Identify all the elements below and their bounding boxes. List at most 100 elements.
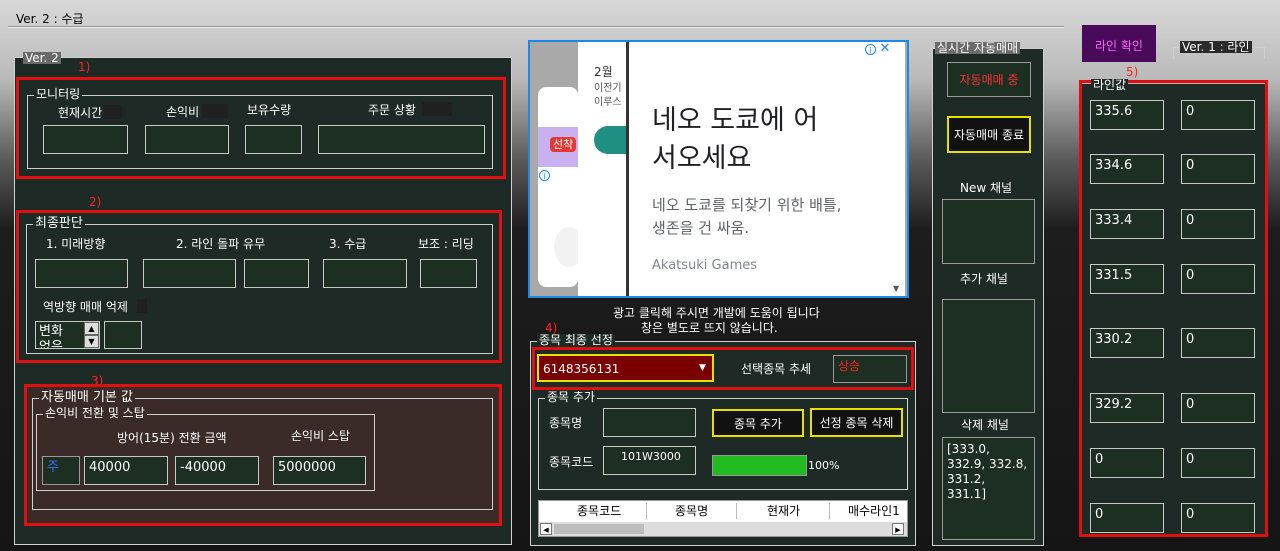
order-status-field (318, 125, 485, 154)
line-value-7[interactable]: 0 (1090, 503, 1164, 533)
ver1-label: Ver. 1 : 라인 (1180, 40, 1252, 54)
ad-preview-date: 2월 (594, 65, 613, 79)
new-channel-label: New 채널 (960, 181, 1013, 195)
stop-auto-trading-button[interactable]: 자동매매 종료 (947, 116, 1031, 153)
reverse-suppress-label: 역방향 매매 억제 (43, 300, 128, 314)
table-hscrollbar[interactable]: ◀ ▶ (539, 522, 907, 536)
ver1-group: Ver. 1 : 라인 (1173, 41, 1265, 59)
stock-code-label: 종목코드 (549, 455, 594, 469)
realtime-label: 실시간 자동매매 (935, 41, 1021, 55)
title-divider (8, 26, 1064, 28)
line-value-6[interactable]: 0 (1090, 448, 1164, 478)
table-header-row: 종목코드 종목명 현재가 매수라인1 (539, 501, 907, 521)
ad-scroll-down-icon[interactable]: ▼ (893, 284, 899, 293)
new-channel-field (942, 199, 1035, 264)
line-value-4[interactable]: 330.2 (1090, 328, 1164, 358)
final-judgment-label: 최종판단 (33, 216, 85, 231)
line-count-5[interactable]: 0 (1181, 393, 1255, 423)
monitoring-label: 모니터링 (34, 87, 83, 101)
defense-amount-field[interactable]: 40000 (84, 456, 168, 485)
line-value-2[interactable]: 333.4 (1090, 209, 1164, 239)
ad-left-preview: 선착 (538, 87, 584, 287)
ad-card-main: i ✕ 네오 도쿄에 어서오세요 네오 도쿄를 되찾기 위한 배틀, 생존을 건… (629, 42, 905, 296)
holding-field (245, 125, 302, 154)
line-value-1[interactable]: 334.6 (1090, 154, 1164, 184)
stop-label: 손익비 스탑 (291, 429, 351, 443)
change-spinner[interactable]: 변화 없음 ▲ ▼ (35, 321, 100, 349)
stock-dropdown[interactable]: 6148356131 ▼ (537, 354, 714, 382)
progress-bar (712, 455, 807, 476)
col-divider (736, 503, 737, 519)
stock-name-label: 종목명 (549, 416, 583, 430)
ad-preview-line1: 이전기 (594, 83, 622, 94)
line-values-label: 라인값 (1091, 78, 1129, 92)
add-channel-field (942, 299, 1035, 413)
stock-table[interactable]: 종목코드 종목명 현재가 매수라인1 ◀ ▶ (538, 500, 908, 537)
add-channel-label: 추가 채널 (960, 272, 1008, 286)
ad-body: 네오 도쿄를 되찾기 위한 배틀, 생존을 건 싸움. (652, 196, 842, 237)
pnl-header-bg (202, 104, 228, 118)
defense-label: 방어(15분) 전환 금액 (117, 431, 227, 445)
section-1-marker: 1) (78, 60, 91, 74)
line-count-0[interactable]: 0 (1181, 100, 1255, 130)
stock-code-field[interactable]: 101W3000 (603, 446, 696, 475)
ad-preview-tag: 선착 (550, 137, 577, 152)
line-breach-field-1 (143, 259, 236, 288)
stock-add-label: 종목 추가 (545, 390, 597, 404)
ad-frame[interactable]: 선착 i 2월 이전기 이루스 i ✕ 네오 도쿄에 어서오세요 네오 도쿄를 … (528, 40, 909, 298)
scroll-left-icon[interactable]: ◀ (540, 523, 552, 535)
ad-publisher: Akatsuki Games (652, 258, 758, 273)
stock-select-label: 종목 최종 선정 (537, 333, 615, 347)
ad-scrollbar[interactable]: ▼ (891, 56, 903, 296)
aux-header: 보조 : 리딩 (418, 237, 474, 251)
pnl-switch-label: 손익비 전환 및 스탑 (43, 406, 147, 420)
current-time-header: 현재시간 (58, 106, 103, 120)
col-divider (646, 503, 647, 519)
line-count-3[interactable]: 0 (1181, 264, 1255, 294)
auto-defaults-label: 자동매매 기본 값 (39, 390, 135, 405)
defense-negative-field[interactable]: -40000 (175, 456, 259, 485)
line-count-6[interactable]: 0 (1181, 448, 1255, 478)
stock-name-field[interactable] (603, 408, 696, 437)
pnl-header: 손익비 (166, 105, 200, 119)
progress-text: 100% (808, 459, 840, 472)
section-2-marker: 2) (89, 195, 102, 209)
order-status-header: 주문 상황 (368, 103, 416, 117)
line-confirm-button[interactable]: 라인 확인 (1082, 25, 1156, 62)
mode-toggle[interactable]: 주 (42, 456, 80, 485)
line-count-7[interactable]: 0 (1181, 503, 1255, 533)
line-count-1[interactable]: 0 (1181, 154, 1255, 184)
line-value-0[interactable]: 335.6 (1090, 100, 1164, 130)
delete-stock-button[interactable]: 선정 종목 삭제 (810, 408, 903, 437)
change-value-line2: 없음 (39, 340, 63, 349)
aux-field (420, 259, 477, 288)
trend-label: 선택종목 추세 (741, 362, 812, 376)
trend-value: 상승 (833, 355, 907, 383)
order-header-bg (422, 102, 452, 116)
section-4-marker: 4) (545, 321, 558, 335)
spinner-down-icon[interactable]: ▼ (84, 335, 99, 348)
table-header-code: 종목코드 (577, 504, 622, 518)
delete-channel-label: 삭제 채널 (961, 418, 1009, 432)
supply-header: 3. 수급 (329, 237, 367, 251)
line-count-2[interactable]: 0 (1181, 209, 1255, 239)
pnl-field (145, 125, 229, 154)
holding-header: 보유수량 (247, 103, 292, 117)
ad-choices-icon[interactable]: i (865, 44, 876, 55)
line-value-5[interactable]: 329.2 (1090, 393, 1164, 423)
line-count-4[interactable]: 0 (1181, 328, 1255, 358)
line-value-3[interactable]: 331.5 (1090, 264, 1164, 294)
ad-close-icon[interactable]: ✕ (878, 42, 892, 56)
future-direction-header: 1. 미래방향 (46, 237, 106, 251)
table-header-buyline: 매수라인1 (848, 504, 900, 518)
line-breach-field-2 (244, 259, 309, 288)
stop-amount-field[interactable]: 5000000 (273, 456, 366, 485)
ad-note-2: 창은 별도로 뜨지 않습니다. (641, 321, 778, 335)
ver2-label: Ver. 2 (23, 51, 61, 65)
scroll-thumb[interactable] (554, 524, 644, 534)
ad-preview-button (594, 126, 628, 154)
delete-channel-field: [333.0, 332.9, 332.8, 331.2, 331.1] (942, 437, 1035, 540)
spinner-up-icon[interactable]: ▲ (84, 322, 99, 335)
scroll-right-icon[interactable]: ▶ (892, 523, 904, 535)
add-stock-button[interactable]: 종목 추가 (712, 409, 804, 437)
